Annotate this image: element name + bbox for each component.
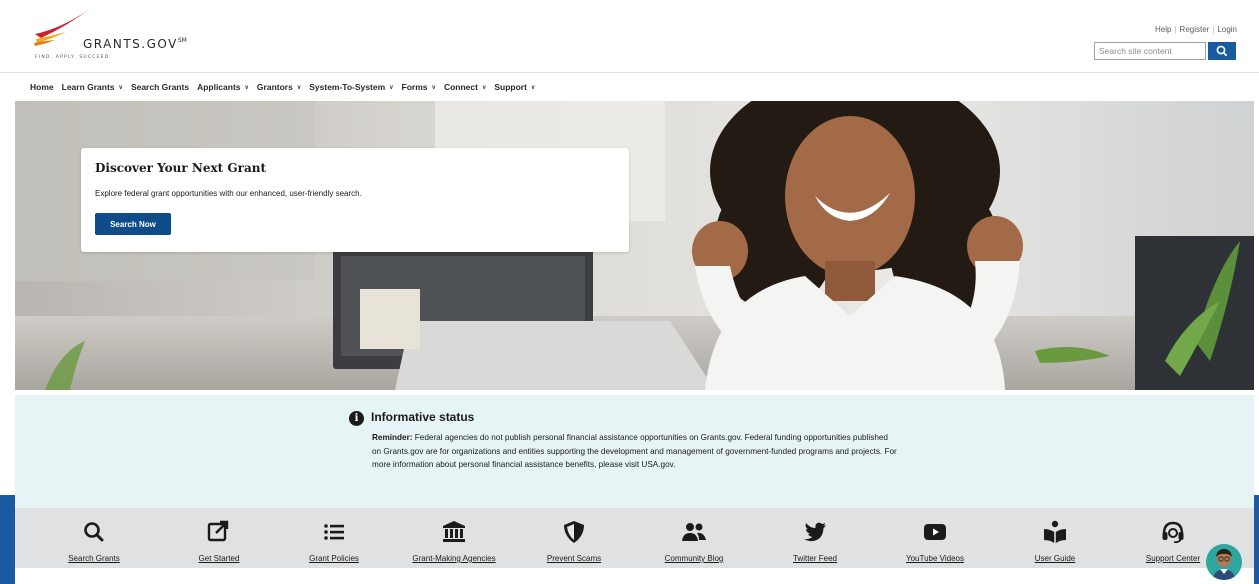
logo-wordmark: GRANTS.GOV (83, 37, 178, 51)
search-icon (84, 522, 104, 542)
quick-link-youtube-videos[interactable]: YouTube Videos (875, 508, 995, 568)
alert-text: Federal agencies do not publish personal… (372, 433, 897, 469)
grants-gov-logo[interactable]: GRANTS.GOVSM FIND. APPLY. SUCCEED. (33, 6, 208, 66)
nav-item-label: Support (494, 82, 527, 92)
nav-item-home[interactable]: Home (30, 82, 54, 92)
hero-card: Discover Your Next Grant Explore federal… (81, 148, 629, 252)
chevron-down-icon: ∨ (481, 84, 487, 91)
login-link[interactable]: Login (1217, 25, 1237, 34)
quick-link-label: Community Blog (664, 554, 724, 563)
nav-item-label: Forms (401, 82, 428, 92)
search-now-button[interactable]: Search Now (95, 213, 171, 235)
people-icon (682, 523, 706, 541)
chevron-down-icon: ∨ (244, 84, 249, 91)
nav-item-search-grants[interactable]: Search Grants (131, 82, 189, 92)
search-icon (1216, 45, 1228, 57)
nav-item-label: Grantors (256, 82, 293, 92)
header-divider (0, 72, 1259, 73)
nav-item-learn-grants[interactable]: Learn Grants ∨ (62, 82, 123, 92)
nav-item-grantors[interactable]: Grantors ∨ (257, 82, 301, 92)
headset-icon (1162, 521, 1184, 544)
utility-links: Help | Register | Login (1155, 25, 1237, 34)
alert-body: Reminder: Federal agencies do not publis… (372, 431, 897, 472)
help-link[interactable]: Help (1155, 25, 1171, 34)
hero-banner: Discover Your Next Grant Explore federal… (15, 101, 1254, 390)
main-nav: Home Learn Grants ∨ Search Grants Applicants… (30, 79, 543, 95)
quick-link-user-guide[interactable]: User Guide (995, 508, 1115, 568)
nav-item-label: Search Grants (130, 82, 190, 92)
quick-link-label: Prevent Scams (546, 554, 602, 563)
nav-item-label: Home (30, 82, 54, 92)
list-icon (324, 524, 344, 540)
alert-title: Informative status (371, 410, 475, 424)
chat-bot-icon (1206, 544, 1242, 580)
chevron-down-icon: ∨ (530, 84, 536, 91)
youtube-icon (924, 524, 946, 540)
quick-link-label: Twitter Feed (792, 554, 837, 563)
nav-item-support[interactable]: Support ∨ (494, 82, 535, 92)
nav-item-label: Connect (443, 82, 478, 92)
chevron-down-icon: ∨ (431, 84, 436, 91)
quick-link-grant-making-agencies[interactable]: Grant-Making Agencies (394, 508, 514, 568)
chevron-down-icon: ∨ (296, 84, 302, 91)
nav-item-label: Learn Grants (61, 82, 115, 92)
nav-item-label: Applicants (197, 82, 241, 92)
logo-tagline: FIND. APPLY. SUCCEED. (35, 55, 112, 60)
quick-link-label: Search Grants (68, 554, 120, 563)
quick-link-twitter-feed[interactable]: Twitter Feed (755, 508, 875, 568)
hero-subtitle: Explore federal grant opportunities with… (95, 189, 362, 198)
site-search-button[interactable] (1208, 42, 1236, 60)
quick-link-label: YouTube Videos (906, 554, 964, 563)
quick-link-get-started[interactable]: Get Started (159, 508, 279, 568)
quick-link-label: Get Started (198, 554, 240, 563)
quick-link-label: Grant Policies (309, 554, 359, 563)
nav-item-label: System-To-System (309, 82, 386, 92)
footer-strip (15, 568, 1254, 584)
nav-item-system-to-system[interactable]: System-To-System ∨ (309, 82, 393, 92)
nav-item-applicants[interactable]: Applicants ∨ (197, 82, 249, 92)
info-icon: i (349, 411, 364, 426)
alert-lead: Reminder: (372, 433, 413, 442)
site-search-input[interactable] (1094, 42, 1206, 60)
register-link[interactable]: Register (1180, 25, 1210, 34)
quick-link-prevent-scams[interactable]: Prevent Scams (514, 508, 634, 568)
bank-icon (443, 521, 465, 542)
quick-link-label: User Guide (1034, 554, 1076, 563)
hero-title: Discover Your Next Grant (95, 161, 266, 175)
twitter-icon (804, 522, 826, 542)
informative-status-alert: i Informative status Reminder: Federal a… (15, 395, 1254, 508)
logo-servicemark: SM (177, 37, 187, 44)
quick-link-label: Grant-Making Agencies (412, 554, 496, 563)
chat-assistant-avatar[interactable] (1206, 544, 1242, 580)
quick-link-grant-policies[interactable]: Grant Policies (274, 508, 394, 568)
nav-item-connect[interactable]: Connect ∨ (444, 82, 486, 92)
quick-link-search-grants[interactable]: Search Grants (34, 508, 154, 568)
nav-item-forms[interactable]: Forms ∨ (402, 82, 436, 92)
chevron-down-icon: ∨ (389, 84, 394, 91)
site-header: GRANTS.GOVSM FIND. APPLY. SUCCEED. Help |… (0, 0, 1259, 72)
shield-icon (564, 521, 584, 543)
external-link-icon (207, 520, 229, 542)
chevron-down-icon: ∨ (118, 84, 123, 91)
book-reader-icon (1044, 520, 1066, 543)
quick-link-community-blog[interactable]: Community Blog (634, 508, 754, 568)
